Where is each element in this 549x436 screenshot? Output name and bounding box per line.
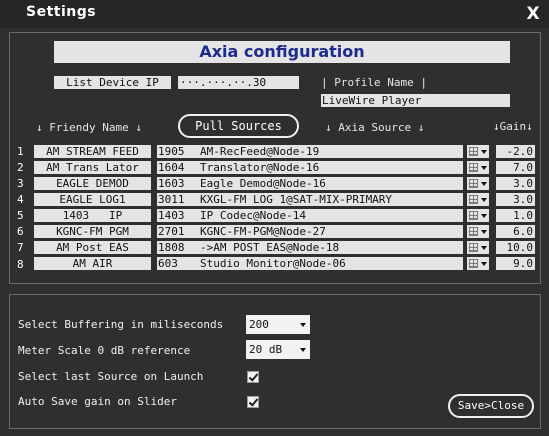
gain-field[interactable]: 7.0 [496, 161, 535, 174]
source-name: IP Codec@Node-14 [200, 209, 306, 222]
source-dropdown-button[interactable] [467, 177, 489, 190]
last-source-checkbox[interactable] [247, 371, 259, 383]
buffering-select[interactable]: 200 [246, 315, 310, 334]
gain-field[interactable]: 3.0 [496, 177, 535, 190]
axia-source-field[interactable]: 1905 AM-RecFeed@Node-19 [157, 145, 463, 158]
source-name: Studio Monitor@Node-06 [200, 257, 346, 270]
pull-sources-button[interactable]: Pull Sources [178, 114, 299, 138]
friendly-name-field[interactable]: AM Post EAS [34, 241, 151, 254]
friendly-name-field[interactable]: AM STREAM FEED [34, 145, 151, 158]
meter-scale-label: Meter Scale 0 dB reference [18, 344, 191, 357]
dropdown-arrow-icon [481, 150, 487, 154]
gain-field[interactable]: 9.0 [496, 257, 535, 270]
settings-window: Settings X Axia configuration List Devic… [0, 0, 549, 436]
source-dropdown-button[interactable] [467, 225, 489, 238]
meter-scale-select[interactable]: 20 dB [246, 340, 310, 359]
source-number: 2701 [158, 225, 185, 238]
gain-field[interactable]: 1.0 [496, 209, 535, 222]
grid-icon [469, 243, 478, 252]
row-number: 6 [17, 225, 24, 238]
grid-icon [469, 179, 478, 188]
row-number: 2 [17, 161, 24, 174]
source-name: AM-RecFeed@Node-19 [200, 145, 320, 158]
source-dropdown-button[interactable] [467, 161, 489, 174]
auto-save-checkbox[interactable] [247, 396, 259, 408]
source-name: ->AM POST EAS@Node-18 [200, 241, 340, 254]
source-name: Eagle Demod@Node-16 [200, 177, 326, 190]
source-dropdown-button[interactable] [467, 257, 489, 270]
row-number: 3 [17, 177, 24, 190]
last-source-label: Select last Source on Launch [18, 370, 204, 383]
friendly-name-field[interactable]: EAGLE LOG1 [34, 193, 151, 206]
axia-source-field[interactable]: 1603 Eagle Demod@Node-16 [157, 177, 463, 190]
title-bar: Settings X [0, 0, 549, 28]
source-number: 603 [158, 257, 178, 270]
friendly-name-field[interactable]: 1403 IP [34, 209, 151, 222]
grid-icon [469, 163, 478, 172]
friendly-name-field[interactable]: AM Trans Lator [34, 161, 151, 174]
friendly-name-field[interactable]: KGNC-FM PGM [34, 225, 151, 238]
gain-field[interactable]: 3.0 [496, 193, 535, 206]
gain-field[interactable]: 10.0 [496, 241, 535, 254]
friendly-name-field[interactable]: AM AIR [34, 257, 151, 270]
close-button[interactable]: X [523, 3, 543, 25]
profile-name-field[interactable]: LiveWire Player [321, 94, 510, 107]
dropdown-arrow-icon [481, 262, 487, 266]
source-number: 3011 [158, 193, 185, 206]
row-number: 8 [17, 258, 24, 271]
buffering-value: 200 [249, 318, 269, 331]
source-name: Translator@Node-16 [200, 161, 320, 174]
dropdown-arrow-icon [481, 198, 487, 202]
save-close-button[interactable]: Save>Close [448, 394, 534, 418]
source-name: KXGL-FM LOG 1@SAT-MIX-PRIMARY [200, 193, 393, 206]
dropdown-arrow-icon [481, 182, 487, 186]
source-number: 1603 [158, 177, 185, 190]
row-number: 7 [17, 241, 24, 254]
source-dropdown-button[interactable] [467, 193, 489, 206]
source-number: 1403 [158, 209, 185, 222]
row-number: 4 [17, 193, 24, 206]
gain-field[interactable]: 6.0 [496, 225, 535, 238]
auto-save-label: Auto Save gain on Slider [18, 395, 177, 408]
meter-scale-value: 20 dB [249, 343, 283, 356]
buffering-label: Select Buffering in miliseconds [18, 318, 224, 331]
dropdown-arrow-icon [481, 246, 487, 250]
grid-icon [469, 259, 478, 268]
axia-config-header: Axia configuration [54, 41, 510, 63]
source-number: 1905 [158, 145, 185, 158]
list-device-ip-label: List Device IP [54, 76, 171, 89]
dropdown-arrow-icon [300, 348, 306, 352]
axia-source-field[interactable]: 603 Studio Monitor@Node-06 [157, 257, 463, 270]
gain-field[interactable]: -2.0 [496, 145, 535, 158]
axia-source-header: ↓ Axia Source ↓ [325, 121, 425, 134]
dropdown-arrow-icon [481, 214, 487, 218]
profile-name-label: | Profile Name | [321, 76, 427, 89]
dropdown-arrow-icon [481, 166, 487, 170]
window-title: Settings [26, 4, 97, 20]
axia-source-field[interactable]: 1604 Translator@Node-16 [157, 161, 463, 174]
dropdown-arrow-icon [481, 230, 487, 234]
grid-icon [469, 147, 478, 156]
source-name: KGNC-FM-PGM@Node-27 [200, 225, 326, 238]
axia-source-field[interactable]: 1403 IP Codec@Node-14 [157, 209, 463, 222]
source-number: 1808 [158, 241, 185, 254]
axia-source-field[interactable]: 2701 KGNC-FM-PGM@Node-27 [157, 225, 463, 238]
source-number: 1604 [158, 161, 185, 174]
source-dropdown-button[interactable] [467, 145, 489, 158]
row-number: 1 [17, 145, 24, 158]
friendly-name-field[interactable]: EAGLE DEMOD [34, 177, 151, 190]
device-ip-field[interactable]: ···.···.··.30 [178, 76, 299, 89]
grid-icon [469, 211, 478, 220]
grid-icon [469, 195, 478, 204]
source-dropdown-button[interactable] [467, 241, 489, 254]
axia-source-field[interactable]: 3011 KXGL-FM LOG 1@SAT-MIX-PRIMARY [157, 193, 463, 206]
gain-header: ↓Gain↓ [493, 120, 533, 133]
grid-icon [469, 227, 478, 236]
dropdown-arrow-icon [300, 323, 306, 327]
row-number: 5 [17, 209, 24, 222]
friendly-name-header: ↓ Friendy Name ↓ [36, 121, 142, 134]
source-dropdown-button[interactable] [467, 209, 489, 222]
axia-source-field[interactable]: 1808 ->AM POST EAS@Node-18 [157, 241, 463, 254]
